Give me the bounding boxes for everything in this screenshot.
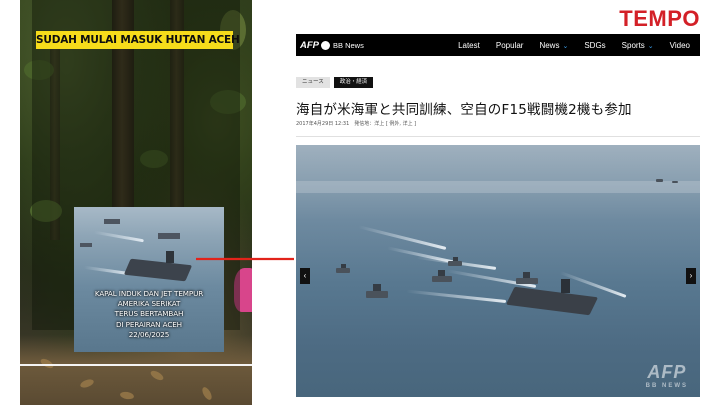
afp-dot-icon	[321, 40, 330, 50]
nav-item-label: SDGs	[584, 40, 606, 50]
caption-date: 22/06/2025	[128, 329, 170, 339]
afp-watermark: AFP BB NEWS	[646, 362, 688, 389]
ship-wake	[84, 265, 130, 276]
nav-item-video[interactable]: Video	[670, 41, 690, 50]
tag-news[interactable]: ニュース	[296, 77, 330, 88]
watermark-logo: AFP	[647, 362, 687, 382]
nav-item-label: Popular	[495, 40, 524, 50]
article-headline: 海自が米海軍と共同訓練、空自のF15戦闘機2機も参加	[296, 102, 632, 118]
nav-item-label: Video	[669, 40, 690, 50]
aircraft-carrier	[123, 258, 193, 282]
warship	[516, 278, 538, 284]
tag-politics-economy[interactable]: 政治・経済	[333, 77, 374, 88]
divider-line	[20, 364, 252, 366]
nav-item-sdgs[interactable]: SDGs	[584, 41, 605, 50]
photo-prev-button[interactable]: ‹	[300, 268, 310, 284]
caption-line: TERUS BERTAMBAH	[114, 309, 184, 319]
carrier-tower	[166, 251, 174, 263]
article-dateline: 2017年4月29日 12:31 発信地：洋上 [ 例外, 洋上 ]	[296, 121, 417, 127]
watermark-subtext: BB NEWS	[645, 383, 688, 389]
comparison-graphic: SUDAH MULAI MASUK HUTAN ACEH KAPAL INDUK…	[0, 0, 720, 405]
warship	[158, 233, 180, 239]
video-banner-text: SUDAH MULAI MASUK HUTAN ACEH	[36, 31, 240, 49]
divider	[296, 136, 700, 137]
ship-wake	[358, 225, 447, 250]
nav-item-label: News	[539, 40, 560, 50]
social-video-screenshot: SUDAH MULAI MASUK HUTAN ACEH KAPAL INDUK…	[20, 0, 252, 405]
tempo-logo: TEMPO	[619, 6, 700, 31]
ship-wake	[94, 230, 144, 243]
caption-line: AMERIKA SERIKAT	[117, 299, 181, 309]
nav-menu: Latest Popular News ⌄ SDGs Sports ⌄ Video	[442, 41, 690, 50]
warship-mast	[453, 257, 458, 261]
inset-ship-image: KAPAL INDUK DAN JET TEMPUR AMERIKA SERIK…	[74, 207, 224, 352]
warship	[104, 219, 120, 224]
nav-item-sports[interactable]: Sports ⌄	[622, 41, 654, 50]
aircraft-carrier	[505, 286, 599, 316]
caption-line: DI PERAIRAN ACEH	[116, 319, 182, 329]
inset-caption: KAPAL INDUK DAN JET TEMPUR AMERIKA SERIK…	[74, 289, 224, 340]
chevron-down-icon: ⌄	[647, 42, 654, 50]
article-photo: ‹ › AFP BB NEWS	[296, 145, 700, 397]
warship	[448, 261, 462, 266]
nav-item-latest[interactable]: Latest	[458, 41, 480, 50]
warship-mast	[373, 284, 381, 291]
warship	[80, 243, 92, 247]
horizon-haze	[296, 181, 700, 193]
category-tags: ニュース 政治・経済	[296, 77, 377, 88]
warship-mast	[523, 272, 530, 278]
afp-logo[interactable]: AFP BB News	[300, 40, 364, 51]
nav-item-label: Sports	[621, 40, 645, 50]
nav-item-label: Latest	[458, 40, 480, 50]
nav-item-news[interactable]: News ⌄	[539, 41, 568, 50]
carrier-tower	[561, 279, 570, 293]
afp-logo-text: AFP	[300, 39, 319, 51]
photo-next-button[interactable]: ›	[686, 268, 696, 284]
distant-ship	[672, 181, 678, 183]
warship-mast	[341, 264, 346, 268]
warship-mast	[438, 270, 445, 276]
warship	[366, 291, 388, 298]
afp-bbnews-text: BB News	[333, 40, 364, 50]
warship	[432, 276, 452, 282]
warship	[336, 268, 350, 273]
caption-line: KAPAL INDUK DAN JET TEMPUR	[94, 289, 204, 298]
ship-wake	[406, 289, 507, 303]
article-screenshot: TEMPO AFP BB News Latest Popular News ⌄ S…	[294, 0, 700, 405]
chevron-down-icon: ⌄	[562, 42, 569, 50]
distant-ship	[656, 179, 663, 182]
nav-item-popular[interactable]: Popular	[496, 41, 524, 50]
afp-navbar: AFP BB News Latest Popular News ⌄ SDGs Sp…	[296, 34, 700, 56]
